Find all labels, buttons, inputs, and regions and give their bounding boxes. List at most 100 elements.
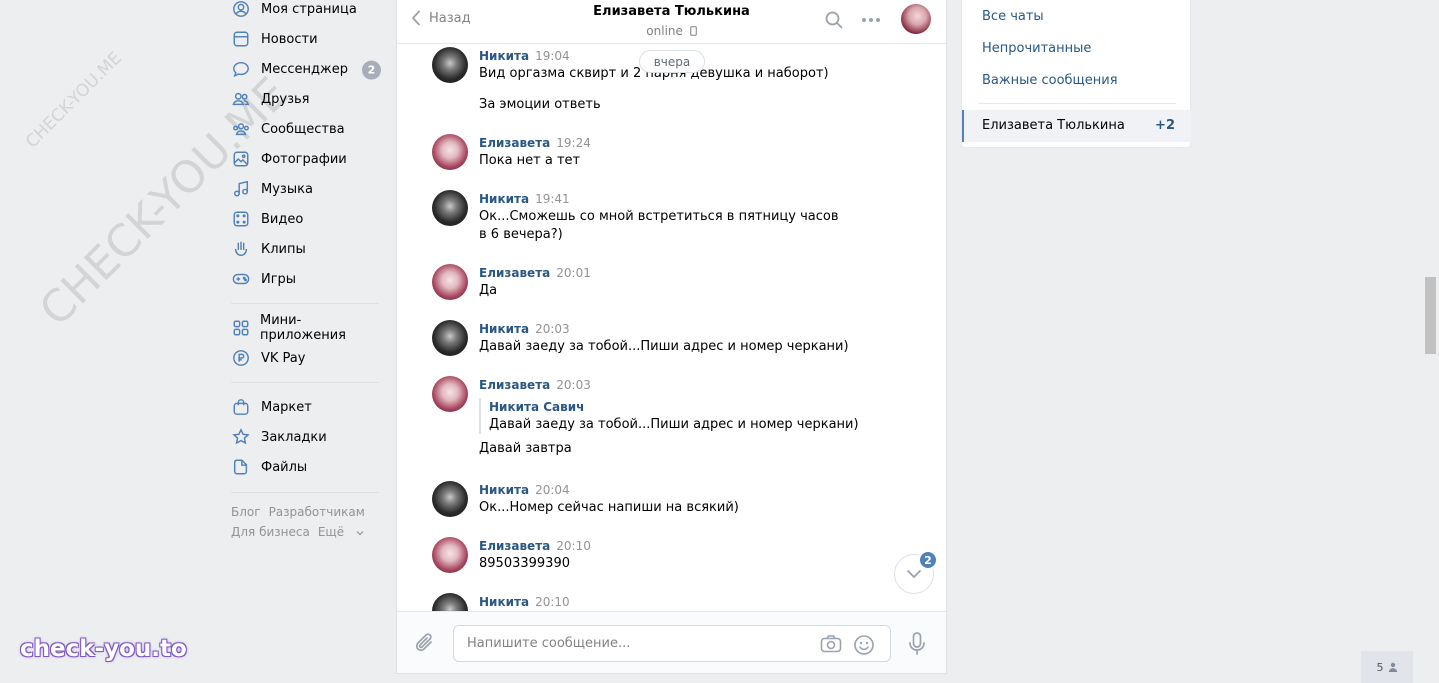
nav-item-market[interactable]: Маркет (231, 392, 381, 422)
message-author[interactable]: Елизавета (479, 266, 550, 280)
chevron-down-icon (907, 570, 921, 579)
person-icon (1388, 662, 1397, 672)
avatar[interactable] (432, 320, 468, 356)
message-author[interactable]: Елизавета (479, 378, 550, 392)
search-button[interactable] (825, 11, 843, 33)
filter-important[interactable]: Важные сообщения (982, 73, 1118, 88)
nav-item-video[interactable]: Видео (231, 204, 381, 234)
clips-icon (231, 239, 251, 259)
page-scrollbar[interactable] (1425, 277, 1436, 354)
voice-button[interactable] (907, 632, 927, 660)
nav-label: Сообщества (261, 121, 345, 137)
emoji-button[interactable] (853, 634, 875, 660)
nav-item-friends[interactable]: Друзья (231, 84, 381, 114)
avatar[interactable] (432, 593, 468, 611)
message-time: 20:01 (556, 266, 591, 280)
message-item[interactable]: Никита 20:03 Давай заеду за тобой...Пиши … (432, 320, 912, 356)
message-author[interactable]: Елизавета (479, 136, 550, 150)
composer (397, 611, 946, 673)
avatar[interactable] (432, 537, 468, 573)
nav-divider (231, 382, 379, 383)
message-item[interactable]: Елизавета 19:24 Пока нет а тет (432, 134, 912, 170)
nav-label: Мессенджер (261, 61, 348, 77)
message-text: Давай завтра (479, 441, 572, 456)
nav-item-photos[interactable]: Фотографии (231, 144, 381, 174)
message-item[interactable]: Никита 20:10 (432, 593, 912, 611)
message-time: 20:03 (535, 322, 570, 336)
games-icon (231, 269, 251, 289)
mobile-icon (689, 26, 697, 36)
filter-unread[interactable]: Непрочитанные (982, 41, 1091, 56)
message-time: 20:04 (535, 483, 570, 497)
message-item[interactable]: Никита 20:04 Ок...Номер сейчас напиши на … (432, 481, 912, 517)
footer-link-developers[interactable]: Разработчикам (269, 505, 365, 519)
bookmark-icon (231, 427, 251, 447)
avatar[interactable] (432, 190, 468, 226)
avatar[interactable] (432, 47, 468, 83)
nav-label: Маркет (261, 399, 312, 415)
nav-label: Клипы (261, 241, 306, 257)
selected-chat[interactable]: Елизавета Тюлькина +2 (962, 110, 1191, 142)
message-input-box (453, 625, 891, 662)
nav-item-files[interactable]: Файлы (231, 452, 381, 482)
message-text: Ок...Номер сейчас напиши на всякий) (479, 500, 739, 515)
camera-button[interactable] (820, 634, 842, 658)
message-time: 20:10 (535, 595, 570, 609)
status-text: online (646, 24, 683, 38)
avatar[interactable] (432, 264, 468, 300)
brand-watermark: check-you.to (20, 636, 187, 662)
left-nav: Моя страница Новости Мессенджер 2 Друзья… (231, 0, 381, 542)
selected-chat-count: +2 (1155, 118, 1175, 133)
nav-item-mini-apps[interactable]: Мини-приложения (231, 313, 381, 343)
avatar[interactable] (432, 376, 468, 412)
nav-item-vk-pay[interactable]: VK Pay (231, 343, 381, 373)
chat-filter-panel: Все чаты Непрочитанные Важные сообщения … (961, 0, 1191, 148)
message-text: За эмоции ответь (479, 97, 601, 112)
smile-icon (854, 635, 874, 655)
forwarded-author[interactable]: Никита Савич (489, 398, 912, 416)
chat-avatar[interactable] (901, 4, 931, 34)
nav-item-messenger[interactable]: Мессенджер 2 (231, 54, 381, 84)
watermark-small: CHECK-YOU.ME (22, 48, 126, 153)
nav-item-news[interactable]: Новости (231, 24, 381, 54)
nav-item-music[interactable]: Музыка (231, 174, 381, 204)
message-time: 19:24 (556, 136, 591, 150)
date-divider: вчера (639, 50, 705, 73)
message-author[interactable]: Никита (479, 192, 529, 206)
nav-item-bookmarks[interactable]: Закладки (231, 422, 381, 452)
online-friends-button[interactable]: 5 (1361, 651, 1413, 683)
message-item[interactable]: Елизавета 20:03 Никита Савич Давай заеду … (432, 376, 912, 458)
filter-all-chats[interactable]: Все чаты (982, 9, 1044, 24)
vkpay-icon (231, 348, 251, 368)
more-button[interactable] (861, 11, 881, 33)
message-item[interactable]: Елизавета 20:10 89503399390 (432, 537, 912, 573)
more-icon (862, 18, 880, 22)
avatar[interactable] (432, 134, 468, 170)
footer-more-label: Ещё (317, 525, 345, 539)
nav-item-my-page[interactable]: Моя страница (231, 0, 381, 24)
forwarded-message[interactable]: Никита Савич Давай заеду за тобой...Пиши… (479, 398, 912, 434)
footer-link-business[interactable]: Для бизнеса (231, 525, 310, 539)
message-author[interactable]: Елизавета (479, 539, 550, 553)
attach-button[interactable] (415, 632, 435, 658)
apps-icon (231, 318, 250, 338)
nav-label: Закладки (261, 429, 327, 445)
nav-item-clips[interactable]: Клипы (231, 234, 381, 264)
footer-link-blog[interactable]: Блог (231, 505, 261, 519)
message-author[interactable]: Никита (479, 595, 529, 609)
message-item[interactable]: Елизавета 20:01 Да (432, 264, 912, 300)
avatar[interactable] (432, 481, 468, 517)
message-author[interactable]: Никита (479, 322, 529, 336)
search-icon (825, 11, 843, 29)
message-author[interactable]: Никита (479, 483, 529, 497)
nav-item-games[interactable]: Игры (231, 264, 381, 294)
message-input[interactable] (454, 626, 794, 661)
user-circle-icon (231, 0, 251, 19)
unread-badge: 2 (918, 550, 938, 570)
nav-label: Музыка (261, 181, 313, 197)
footer-link-more[interactable]: Ещё (318, 525, 364, 539)
message-item[interactable]: Никита 19:41 Ок...Сможешь со мной встрети… (432, 190, 912, 244)
nav-footer: Блог Разработчикам Для бизнеса Ещё (231, 502, 381, 542)
message-author[interactable]: Никита (479, 49, 529, 63)
nav-item-communities[interactable]: Сообщества (231, 114, 381, 144)
